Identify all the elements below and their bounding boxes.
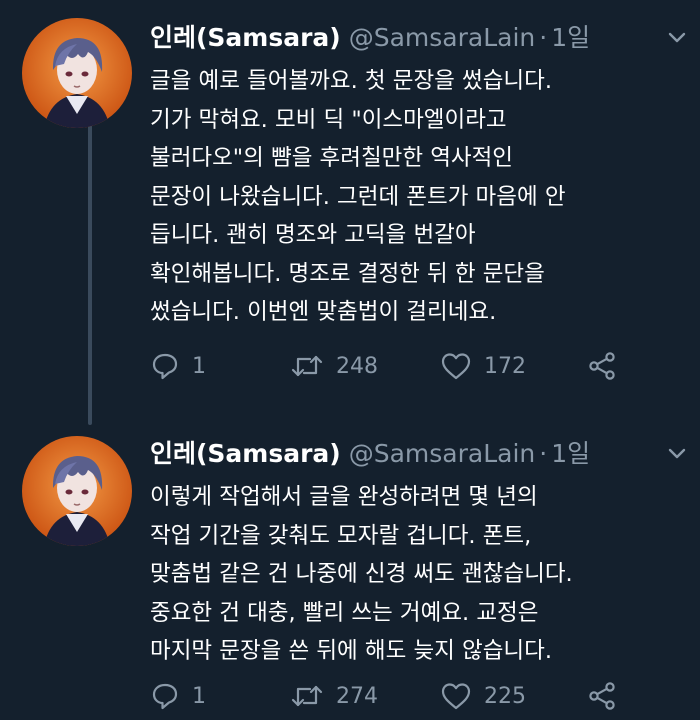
like-count: 225 — [484, 683, 526, 709]
tweet-text-line: 맞춤법 같은 건 나중에 신경 써도 괜찮습니다. — [150, 561, 573, 587]
like-count: 172 — [484, 353, 526, 379]
display-name[interactable]: 인레(Samsara) — [150, 439, 341, 468]
timestamp[interactable]: 1일 — [551, 439, 590, 468]
tweet-text-line: 확인해봅니다. 명조로 결정한 뒤 한 문단을 — [150, 260, 545, 287]
tweet-text-line: 듭니다. 괜히 명조와 고딕을 번갈아 — [150, 222, 476, 248]
separator-dot: · — [539, 23, 548, 52]
user-handle[interactable]: @SamsaraLain — [349, 23, 536, 52]
avatar[interactable] — [22, 18, 132, 128]
avatar-image — [22, 436, 132, 546]
avatar[interactable] — [22, 436, 132, 546]
retweet-count: 274 — [336, 683, 378, 709]
tweet-header: 인레(Samsara) @SamsaraLain · 1일 — [150, 18, 688, 58]
retweet-button[interactable]: 248 — [290, 346, 378, 386]
heart-icon — [441, 683, 471, 710]
avatar-image — [22, 18, 132, 128]
reply-button[interactable]: 1 — [150, 676, 206, 716]
retweet-icon — [291, 355, 323, 377]
share-icon — [589, 352, 615, 380]
tweet-header: 인레(Samsara) @SamsaraLain · 1일 — [150, 434, 688, 474]
like-button[interactable]: 172 — [440, 346, 526, 386]
share-button[interactable] — [586, 346, 618, 386]
retweet-count: 248 — [336, 353, 378, 379]
tweet-text-line: 이렇게 작업해서 글을 완성하려면 몇 년의 — [150, 484, 538, 510]
tweet-text-line: 썼습니다. 이번엔 맞춤법이 걸리네요. — [150, 299, 497, 325]
tweet[interactable]: 인레(Samsara) @SamsaraLain · 1일 이렇게 작업해서 글을 완… — [0, 420, 700, 720]
tweet-text-line: 작업 기간을 갖춰도 모자랄 겁니다. 폰트, — [150, 522, 532, 549]
reply-count: 1 — [192, 683, 206, 709]
reply-icon — [152, 353, 178, 380]
tweet-text-line: 마지막 문장을 쓴 뒤에 해도 늦지 않습니다. — [150, 638, 552, 664]
reply-button[interactable]: 1 — [150, 346, 206, 386]
tweet-text-line: 불러다오"의 뺨을 후려칠만한 역사적인 — [150, 145, 514, 171]
tweet-text: 이렇게 작업해서 글을 완성하려면 몇 년의 작업 기간을 갖춰도 모자랄 겁니… — [150, 478, 695, 671]
tweet-text-line: 글을 예로 들어볼까요. 첫 문장을 썼습니다. — [150, 68, 552, 94]
user-handle[interactable]: @SamsaraLain — [349, 439, 536, 468]
tweet-text-line: 문장이 나왔습니다. 그런데 폰트가 마음에 안 — [150, 183, 566, 210]
reply-icon — [152, 683, 178, 710]
display-name[interactable]: 인레(Samsara) — [150, 23, 341, 52]
tweet[interactable]: 인레(Samsara) @SamsaraLain · 1일 글을 예로 들어볼까요. … — [0, 0, 700, 420]
heart-icon — [441, 353, 471, 380]
tweet-text: 글을 예로 들어볼까요. 첫 문장을 썼습니다. 기가 막혀요. 모비 딕 "이… — [150, 62, 695, 332]
timestamp[interactable]: 1일 — [551, 23, 590, 52]
share-button[interactable] — [586, 676, 618, 716]
tweet-text-line: 기가 막혀요. 모비 딕 "이스마엘이라고 — [150, 106, 507, 133]
retweet-icon — [291, 685, 323, 707]
tweet-actions: 1 248 172 — [150, 346, 670, 386]
separator-dot: · — [539, 439, 548, 468]
tweet-text-line: 중요한 건 대충, 빨리 쓰는 거예요. 교정은 — [150, 599, 539, 626]
retweet-button[interactable]: 274 — [290, 676, 378, 716]
reply-count: 1 — [192, 353, 206, 379]
like-button[interactable]: 225 — [440, 676, 526, 716]
share-icon — [589, 682, 615, 710]
tweet-actions: 1 274 225 — [150, 676, 670, 716]
